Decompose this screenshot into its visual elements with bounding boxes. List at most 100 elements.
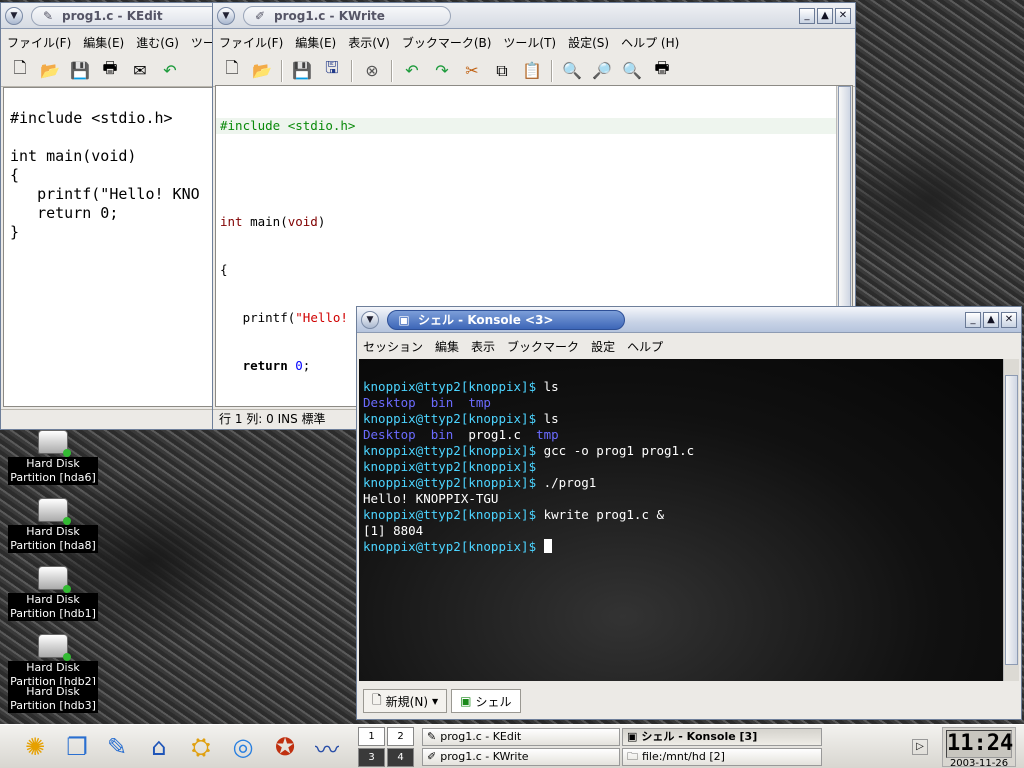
undo-icon[interactable]: ↶ <box>399 58 425 84</box>
kwrite-app-icon: ✐ <box>254 9 266 23</box>
menu-help[interactable]: ヘルプ <box>627 338 663 355</box>
redo-icon[interactable]: ↷ <box>429 58 455 84</box>
new-file-icon[interactable]: 🗋 <box>7 58 33 84</box>
code-line: { <box>10 166 20 184</box>
code-number: 0 <box>295 358 303 373</box>
taskbar-task-kwrite[interactable]: ✐ prog1.c - KWrite <box>422 748 620 766</box>
desktop-icon-hda8[interactable]: Hard Disk Partition [hda8] <box>8 498 98 553</box>
pager-desktop-1[interactable]: 1 <box>358 727 385 746</box>
desktop-icon-hdb1[interactable]: Hard Disk Partition [hdb1] <box>8 566 98 621</box>
save-icon[interactable]: 💾 <box>289 58 315 84</box>
desktop-icon-label: Partition [hda6] <box>10 471 96 484</box>
menu-help[interactable]: ヘルプ (H) <box>621 34 679 51</box>
menu-settings[interactable]: 設定 <box>591 338 615 355</box>
pager-desktop-2[interactable]: 2 <box>387 727 414 746</box>
system-tray-icon[interactable]: ▷ <box>912 739 928 755</box>
maximize-button[interactable]: ▲ <box>817 8 833 24</box>
control-center-icon[interactable]: ✎ <box>100 729 134 765</box>
directory-listing: Desktop bin <box>363 427 469 442</box>
cut-icon[interactable]: ✂ <box>459 58 485 84</box>
taskbar-task-konsole[interactable]: ▣ シェル - Konsole [3] <box>622 728 822 746</box>
kmail-icon[interactable]: ✪ <box>268 729 302 765</box>
desktop-icon-hda6[interactable]: Hard Disk Partition [hda6] <box>8 430 98 485</box>
menu-file[interactable]: ファイル(F) <box>219 34 283 51</box>
konsole-title[interactable]: ▣ シェル - Konsole <3> <box>387 310 625 330</box>
undo-icon[interactable]: ↶ <box>157 58 183 84</box>
new-session-label: 新規(N) <box>385 694 428 709</box>
kwrite-toolbar: 🗋 📂 💾 🖫 ⊗ ↶ ↷ ✂ ⧉ 📋 🔍 🔎 🔍 🖶 <box>213 55 855 87</box>
k-menu-button[interactable]: ✺ <box>18 729 52 765</box>
menu-settings[interactable]: 設定(S) <box>568 34 609 51</box>
menu-go[interactable]: 進む(G) <box>136 34 179 51</box>
save-as-icon[interactable]: 🖫 <box>319 58 345 84</box>
open-folder-icon[interactable]: 📂 <box>249 58 275 84</box>
print-icon[interactable]: 🖶 <box>97 58 123 84</box>
paste-icon[interactable]: 📋 <box>519 58 545 84</box>
menu-view[interactable]: 表示(V) <box>348 34 390 51</box>
code-line: } <box>10 223 20 241</box>
code-line: int main(void) <box>216 214 852 230</box>
menu-edit[interactable]: 編集(E) <box>83 34 124 51</box>
cursor-position-status: 行 1 列: 0 INS 標準 <box>219 412 326 426</box>
hard-disk-icon <box>38 566 71 593</box>
close-button[interactable]: ✕ <box>835 8 851 24</box>
copy-icon[interactable]: ⧉ <box>489 58 515 84</box>
toolbar-separator <box>391 59 393 82</box>
save-icon[interactable]: 💾 <box>67 58 93 84</box>
scrollbar-thumb[interactable] <box>1005 375 1018 665</box>
menu-edit[interactable]: 編集(E) <box>295 34 336 51</box>
window-menu-button[interactable]: ▼ <box>361 311 379 329</box>
menu-tools[interactable]: ツール(T) <box>503 34 556 51</box>
mail-icon[interactable]: ✉ <box>127 58 153 84</box>
kedit-titlebar[interactable]: ▼ ✎ prog1.c - KEdit <box>1 3 229 29</box>
code-text: printf( <box>220 310 296 325</box>
desktop-icon-hdb3[interactable]: Hard Disk Partition [hdb3] <box>8 682 98 713</box>
pager-desktop-3[interactable]: 3 <box>358 748 385 767</box>
new-session-button[interactable]: 🗋 新規(N) ▼ <box>363 689 448 713</box>
kedit-title[interactable]: ✎ prog1.c - KEdit <box>31 6 221 26</box>
terminal-line: Desktop bin prog1.c tmp <box>363 427 1019 443</box>
desktop-pager: 1 2 3 4 <box>358 727 414 767</box>
help-icon[interactable]: ⛭ <box>184 729 218 765</box>
print-icon[interactable]: 🖶 <box>649 58 675 84</box>
tab-shell[interactable]: ▣ シェル <box>451 689 521 713</box>
maximize-button[interactable]: ▲ <box>983 312 999 328</box>
terminal-line: knoppix@ttyp2[knoppix]$ <box>363 539 1019 555</box>
zoom-in-icon[interactable]: 🔎 <box>589 58 615 84</box>
konqueror-icon[interactable]: ◎ <box>226 729 260 765</box>
show-desktop-icon[interactable]: ❐ <box>60 729 94 765</box>
close-button[interactable]: ✕ <box>1001 312 1017 328</box>
minimize-button[interactable]: _ <box>799 8 815 24</box>
toolbar-separator <box>551 59 553 82</box>
pager-desktop-4[interactable]: 4 <box>387 748 414 767</box>
close-document-icon[interactable]: ⊗ <box>359 58 385 84</box>
openoffice-icon[interactable]: 〰 <box>310 729 344 765</box>
window-menu-button[interactable]: ▼ <box>5 7 23 25</box>
open-folder-icon[interactable]: 📂 <box>37 58 63 84</box>
menu-session[interactable]: セッション <box>363 338 423 355</box>
konsole-titlebar[interactable]: ▼ ▣ シェル - Konsole <3> _ ▲ ✕ <box>357 307 1021 333</box>
desktop-icon-hdb2[interactable]: Hard Disk Partition [hdb2] <box>8 634 98 689</box>
terminal-screen[interactable]: knoppix@ttyp2[knoppix]$ ls Desktop bin tm… <box>359 359 1019 681</box>
taskbar-task-konqueror[interactable]: 🗀 file:/mnt/hd [2] <box>622 748 822 766</box>
minimize-button[interactable]: _ <box>965 312 981 328</box>
menu-file[interactable]: ファイル(F) <box>7 34 71 51</box>
menu-bookmarks[interactable]: ブックマーク(B) <box>402 34 492 51</box>
kedit-text-area[interactable]: #include <stdio.h> int main(void){ print… <box>3 87 227 407</box>
taskbar-task-kedit[interactable]: ✎ prog1.c - KEdit <box>422 728 620 746</box>
terminal-vertical-scrollbar[interactable] <box>1003 359 1019 681</box>
shell-prompt: knoppix@ttyp2[knoppix]$ <box>363 507 537 522</box>
zoom-out-icon[interactable]: 🔍 <box>619 58 645 84</box>
menu-view[interactable]: 表示 <box>471 338 495 355</box>
find-icon[interactable]: 🔍 <box>559 58 585 84</box>
kwrite-titlebar[interactable]: ▼ ✐ prog1.c - KWrite _ ▲ ✕ <box>213 3 855 29</box>
panel-clock[interactable]: 11:24 2003-11-26 <box>942 727 1016 768</box>
new-file-icon[interactable]: 🗋 <box>219 58 245 84</box>
new-document-icon: 🗋 <box>372 692 382 707</box>
window-menu-button[interactable]: ▼ <box>217 7 235 25</box>
menu-edit[interactable]: 編集 <box>435 338 459 355</box>
home-folder-icon[interactable]: ⌂ <box>142 729 176 765</box>
kwrite-title[interactable]: ✐ prog1.c - KWrite <box>243 6 451 26</box>
menu-bookmarks[interactable]: ブックマーク <box>507 338 579 355</box>
task-label: file:/mnt/hd [2] <box>642 750 725 763</box>
